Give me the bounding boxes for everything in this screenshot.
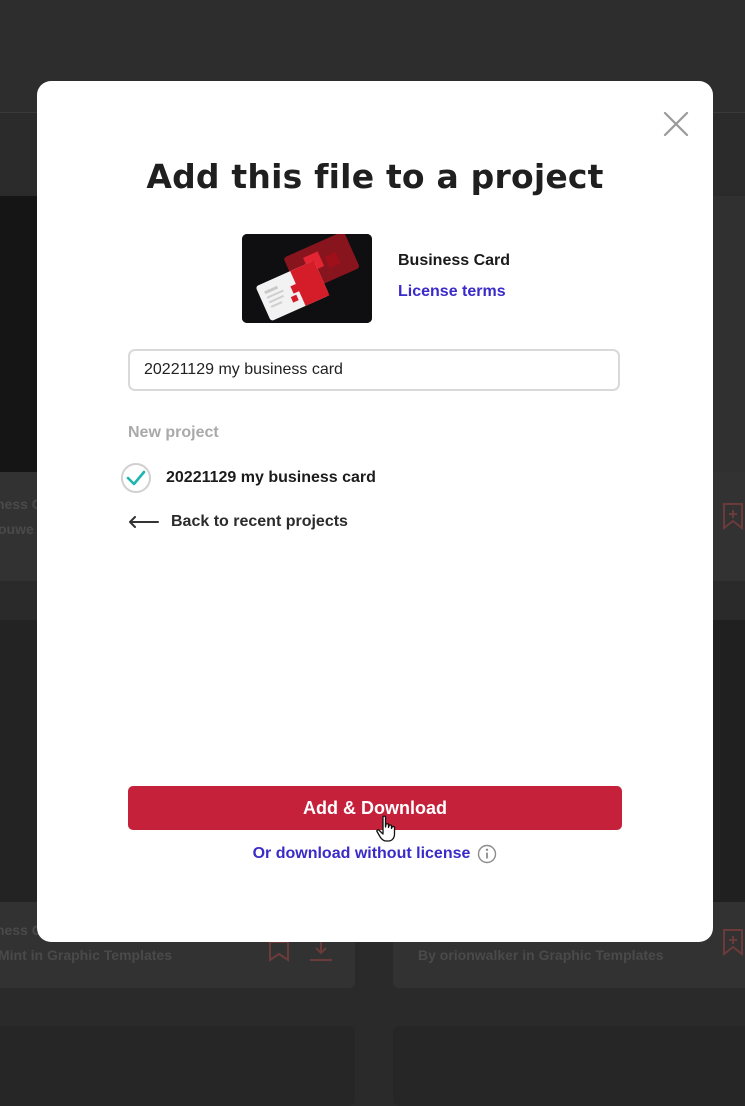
dialog-title: Add this file to a project [146,157,604,196]
license-terms-link[interactable]: License terms [398,283,506,301]
add-to-project-dialog: Add this file to a project Business Card… [37,81,713,942]
arrow-left-icon [129,516,159,528]
checkmark-icon [126,470,146,486]
back-link-label: Back to recent projects [171,513,348,530]
new-project-label: New project [128,424,219,441]
project-name-input[interactable] [128,349,620,391]
download-without-license-link[interactable]: Or download without license [253,845,471,863]
project-option[interactable]: 20221129 my business card [121,460,376,496]
download-without-license-row: Or download without license [37,844,713,864]
hand-cursor-icon [376,815,396,842]
file-thumbnail [242,234,372,323]
back-to-recent-projects-link[interactable]: Back to recent projects [128,513,348,531]
business-card-thumbnail [242,234,372,323]
close-button[interactable] [663,111,689,137]
file-name: Business Card [398,252,511,269]
info-icon[interactable] [477,844,497,864]
project-checkbox[interactable] [121,463,151,493]
close-icon [663,111,689,137]
project-option-label: 20221129 my business card [166,469,376,486]
